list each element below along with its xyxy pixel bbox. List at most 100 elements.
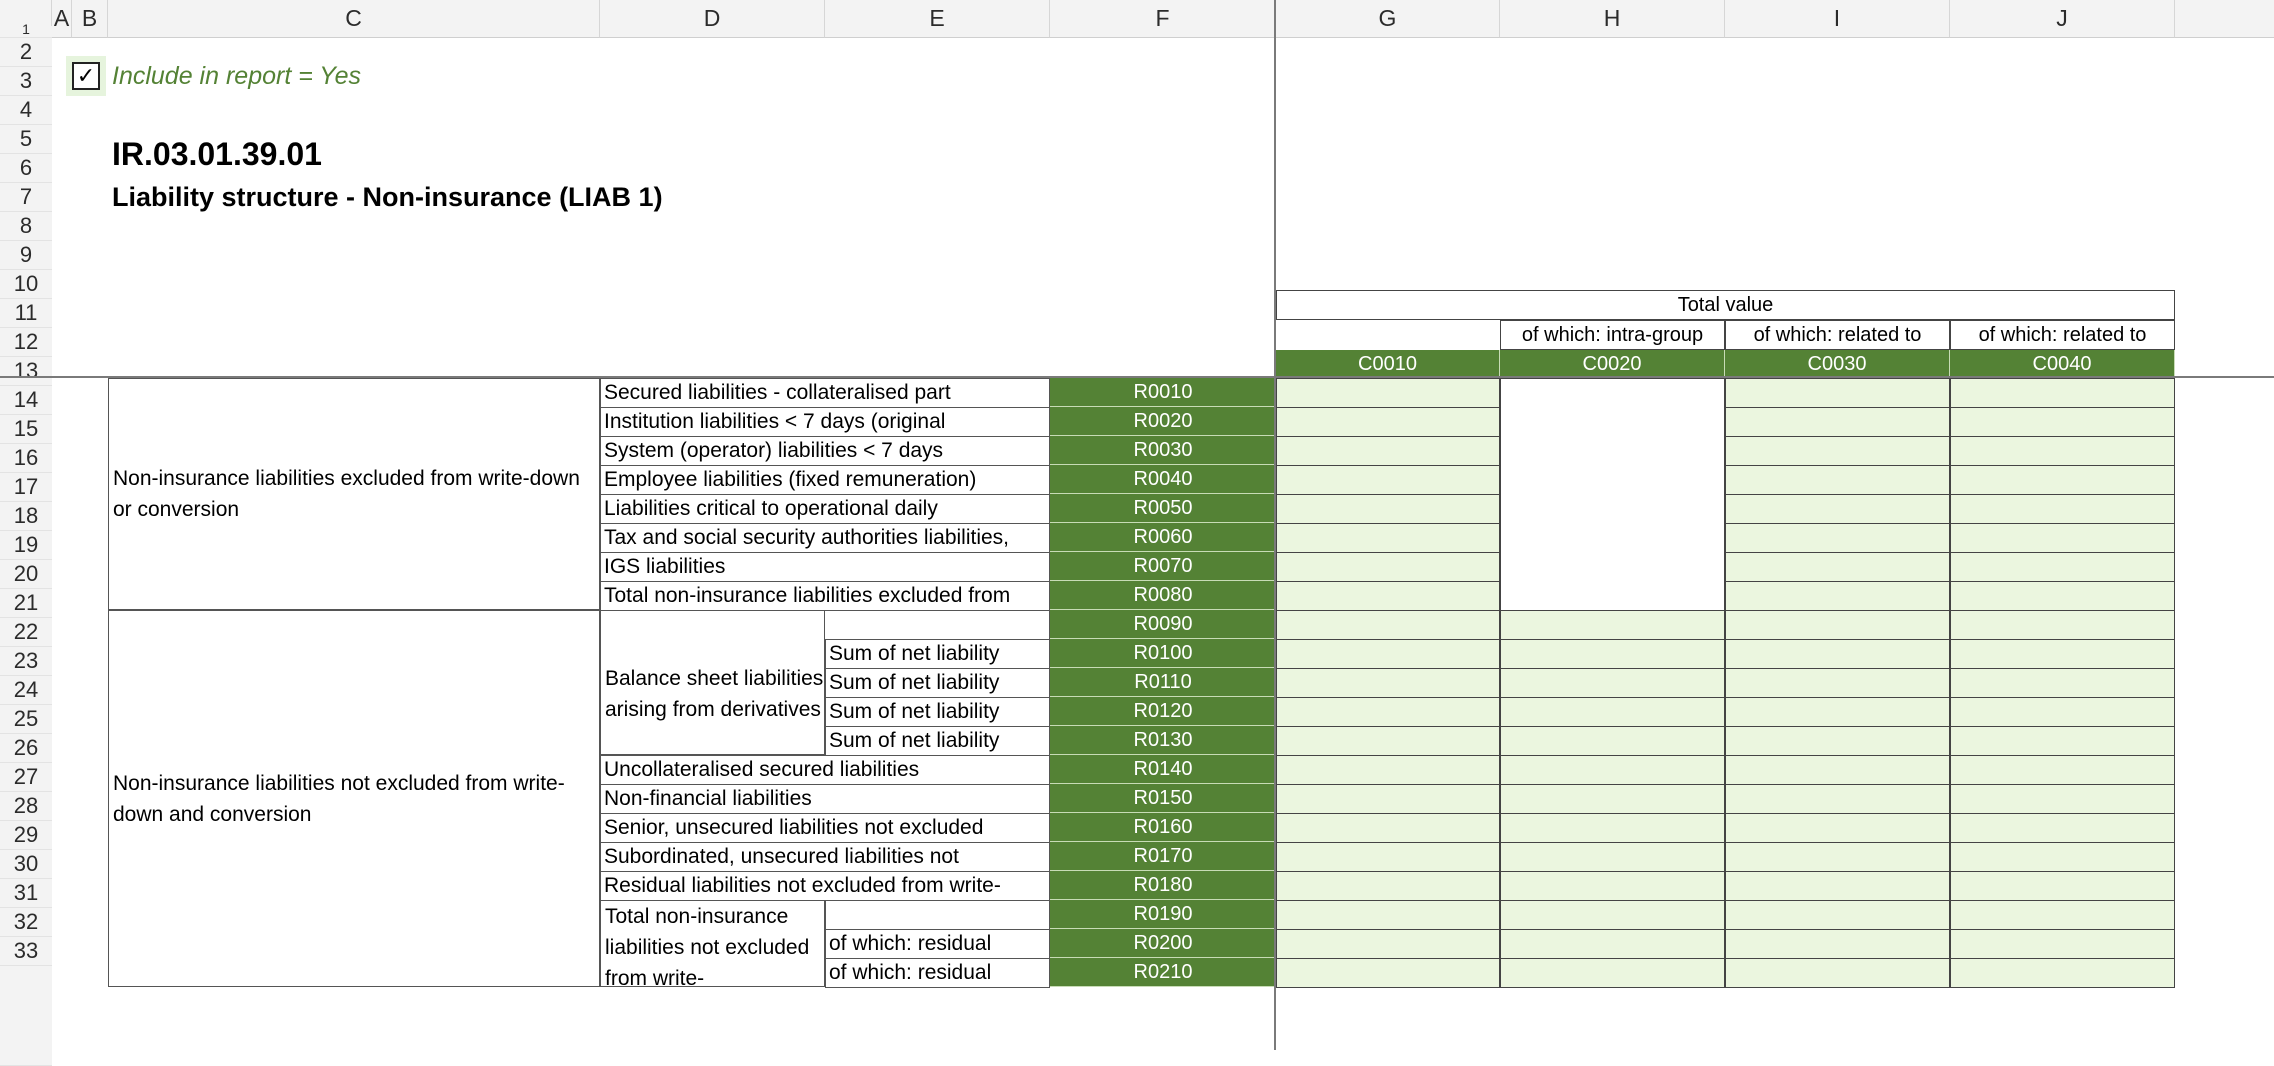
input-cell-r0060-c0040[interactable] — [1950, 523, 2175, 553]
input-cell-r0120-c0030[interactable] — [1725, 697, 1950, 727]
row-header-5[interactable]: 5 — [0, 125, 52, 154]
row-header-20[interactable]: 20 — [0, 560, 52, 589]
input-cell-r0210-c0040[interactable] — [1950, 958, 2175, 988]
row-header-18[interactable]: 18 — [0, 502, 52, 531]
input-cell-r0150-c0040[interactable] — [1950, 784, 2175, 814]
row-label-r0080[interactable]: Total non-insurance liabilities excluded… — [600, 581, 1050, 611]
row-header-12[interactable]: 12 — [0, 328, 52, 357]
row-label-r0180[interactable]: Residual liabilities not excluded from w… — [600, 871, 1050, 901]
input-cell-r0160-c0010[interactable] — [1276, 813, 1500, 843]
input-cell-r0150-c0030[interactable] — [1725, 784, 1950, 814]
input-cell-r0100-c0020[interactable] — [1500, 639, 1725, 669]
row-header-25[interactable]: 25 — [0, 705, 52, 734]
input-cell-r0140-c0040[interactable] — [1950, 755, 2175, 785]
input-cell-r0090-c0010[interactable] — [1276, 610, 1500, 640]
column-header-g[interactable]: G — [1276, 0, 1500, 38]
row-label-r0040[interactable]: Employee liabilities (fixed remuneration… — [600, 465, 1050, 495]
row-header-23[interactable]: 23 — [0, 647, 52, 676]
input-cell-r0010-c0010[interactable] — [1276, 378, 1500, 408]
input-cell-r0200-c0030[interactable] — [1725, 929, 1950, 959]
input-cell-r0030-c0040[interactable] — [1950, 436, 2175, 466]
input-cell-r0110-c0040[interactable] — [1950, 668, 2175, 698]
input-cell-r0140-c0030[interactable] — [1725, 755, 1950, 785]
row-code-r0170[interactable]: R0170 — [1050, 842, 1276, 871]
col-code-c0020[interactable]: C0020 — [1500, 350, 1725, 378]
input-cell-r0020-c0030[interactable] — [1725, 407, 1950, 437]
header-c0040-label[interactable]: of which: related to — [1950, 320, 2175, 350]
row-header-6[interactable]: 6 — [0, 154, 52, 183]
row-header-24[interactable]: 24 — [0, 676, 52, 705]
include-checkbox[interactable]: ✓ — [72, 62, 100, 90]
row-header-13[interactable]: 13 — [0, 357, 52, 386]
input-cell-r0100-c0030[interactable] — [1725, 639, 1950, 669]
input-cell-r0180-c0020[interactable] — [1500, 871, 1725, 901]
input-cell-r0170-c0010[interactable] — [1276, 842, 1500, 872]
input-cell-r0040-c0010[interactable] — [1276, 465, 1500, 495]
row-code-r0160[interactable]: R0160 — [1050, 813, 1276, 842]
row-label-r0050[interactable]: Liabilities critical to operational dail… — [600, 494, 1050, 524]
input-cell-r0130-c0020[interactable] — [1500, 726, 1725, 756]
column-header-a[interactable]: A — [52, 0, 72, 38]
input-cell-r0130-c0010[interactable] — [1276, 726, 1500, 756]
row-label-r0010[interactable]: Secured liabilities - collateralised par… — [600, 378, 1050, 408]
row-code-r0180[interactable]: R0180 — [1050, 871, 1276, 900]
input-cell-r0170-c0030[interactable] — [1725, 842, 1950, 872]
input-cell-r0040-c0040[interactable] — [1950, 465, 2175, 495]
row-header-19[interactable]: 19 — [0, 531, 52, 560]
row-header-14[interactable]: 14 — [0, 386, 52, 415]
row-label-r0210[interactable]: of which: residual — [825, 958, 1050, 988]
row-header-4[interactable]: 4 — [0, 96, 52, 125]
column-header-f[interactable]: F — [1050, 0, 1276, 38]
column-header-h[interactable]: H — [1500, 0, 1725, 38]
column-header-d[interactable]: D — [600, 0, 825, 38]
row-header-32[interactable]: 32 — [0, 908, 52, 937]
row-label-r0130[interactable]: Sum of net liability — [825, 726, 1050, 756]
column-header-j[interactable]: J — [1950, 0, 2175, 38]
row-code-r0030[interactable]: R0030 — [1050, 436, 1276, 465]
row-header-33[interactable]: 33 — [0, 937, 52, 966]
row-label-r0060[interactable]: Tax and social security authorities liab… — [600, 523, 1050, 553]
input-cell-r0150-c0020[interactable] — [1500, 784, 1725, 814]
row-label-r0110[interactable]: Sum of net liability — [825, 668, 1050, 698]
input-cell-r0070-c0040[interactable] — [1950, 552, 2175, 582]
row-code-r0010[interactable]: R0010 — [1050, 378, 1276, 407]
column-header-b[interactable]: B — [72, 0, 108, 38]
row-code-r0060[interactable]: R0060 — [1050, 523, 1276, 552]
row-code-r0130[interactable]: R0130 — [1050, 726, 1276, 755]
input-cell-r0030-c0010[interactable] — [1276, 436, 1500, 466]
row-label-r0030[interactable]: System (operator) liabilities < 7 days — [600, 436, 1050, 466]
row-code-r0190[interactable]: R0190 — [1050, 900, 1276, 929]
row-label-r0160[interactable]: Senior, unsecured liabilities not exclud… — [600, 813, 1050, 843]
input-cell-r0010-c0040[interactable] — [1950, 378, 2175, 408]
input-cell-r0190-c0030[interactable] — [1725, 900, 1950, 930]
row-header-31[interactable]: 31 — [0, 879, 52, 908]
row-code-r0120[interactable]: R0120 — [1050, 697, 1276, 726]
row-label-r0020[interactable]: Institution liabilities < 7 days (origin… — [600, 407, 1050, 437]
row-header-2[interactable]: 2 — [0, 38, 52, 67]
row-label-r0100[interactable]: Sum of net liability — [825, 639, 1050, 669]
input-cell-r0090-c0040[interactable] — [1950, 610, 2175, 640]
input-cell-r0050-c0030[interactable] — [1725, 494, 1950, 524]
input-cell-r0160-c0040[interactable] — [1950, 813, 2175, 843]
header-total-value[interactable]: Total value — [1276, 290, 2175, 320]
input-cell-r0050-c0010[interactable] — [1276, 494, 1500, 524]
input-cell-r0030-c0030[interactable] — [1725, 436, 1950, 466]
row-header-10[interactable]: 10 — [0, 270, 52, 299]
input-cell-r0110-c0020[interactable] — [1500, 668, 1725, 698]
row-header-16[interactable]: 16 — [0, 444, 52, 473]
column-header-c[interactable]: C — [108, 0, 600, 38]
row-code-r0150[interactable]: R0150 — [1050, 784, 1276, 813]
input-cell-r0080-c0040[interactable] — [1950, 581, 2175, 611]
row-header-9[interactable]: 9 — [0, 241, 52, 270]
input-cell-r0100-c0010[interactable] — [1276, 639, 1500, 669]
row-label-r0150[interactable]: Non-financial liabilities — [600, 784, 1050, 814]
input-cell-r0140-c0010[interactable] — [1276, 755, 1500, 785]
row-code-r0110[interactable]: R0110 — [1050, 668, 1276, 697]
row-header-7[interactable]: 7 — [0, 183, 52, 212]
input-cell-r0070-c0030[interactable] — [1725, 552, 1950, 582]
row-header-29[interactable]: 29 — [0, 821, 52, 850]
input-cell-r0190-c0020[interactable] — [1500, 900, 1725, 930]
row-code-r0210[interactable]: R0210 — [1050, 958, 1276, 987]
input-cell-r0180-c0040[interactable] — [1950, 871, 2175, 901]
row-code-r0070[interactable]: R0070 — [1050, 552, 1276, 581]
